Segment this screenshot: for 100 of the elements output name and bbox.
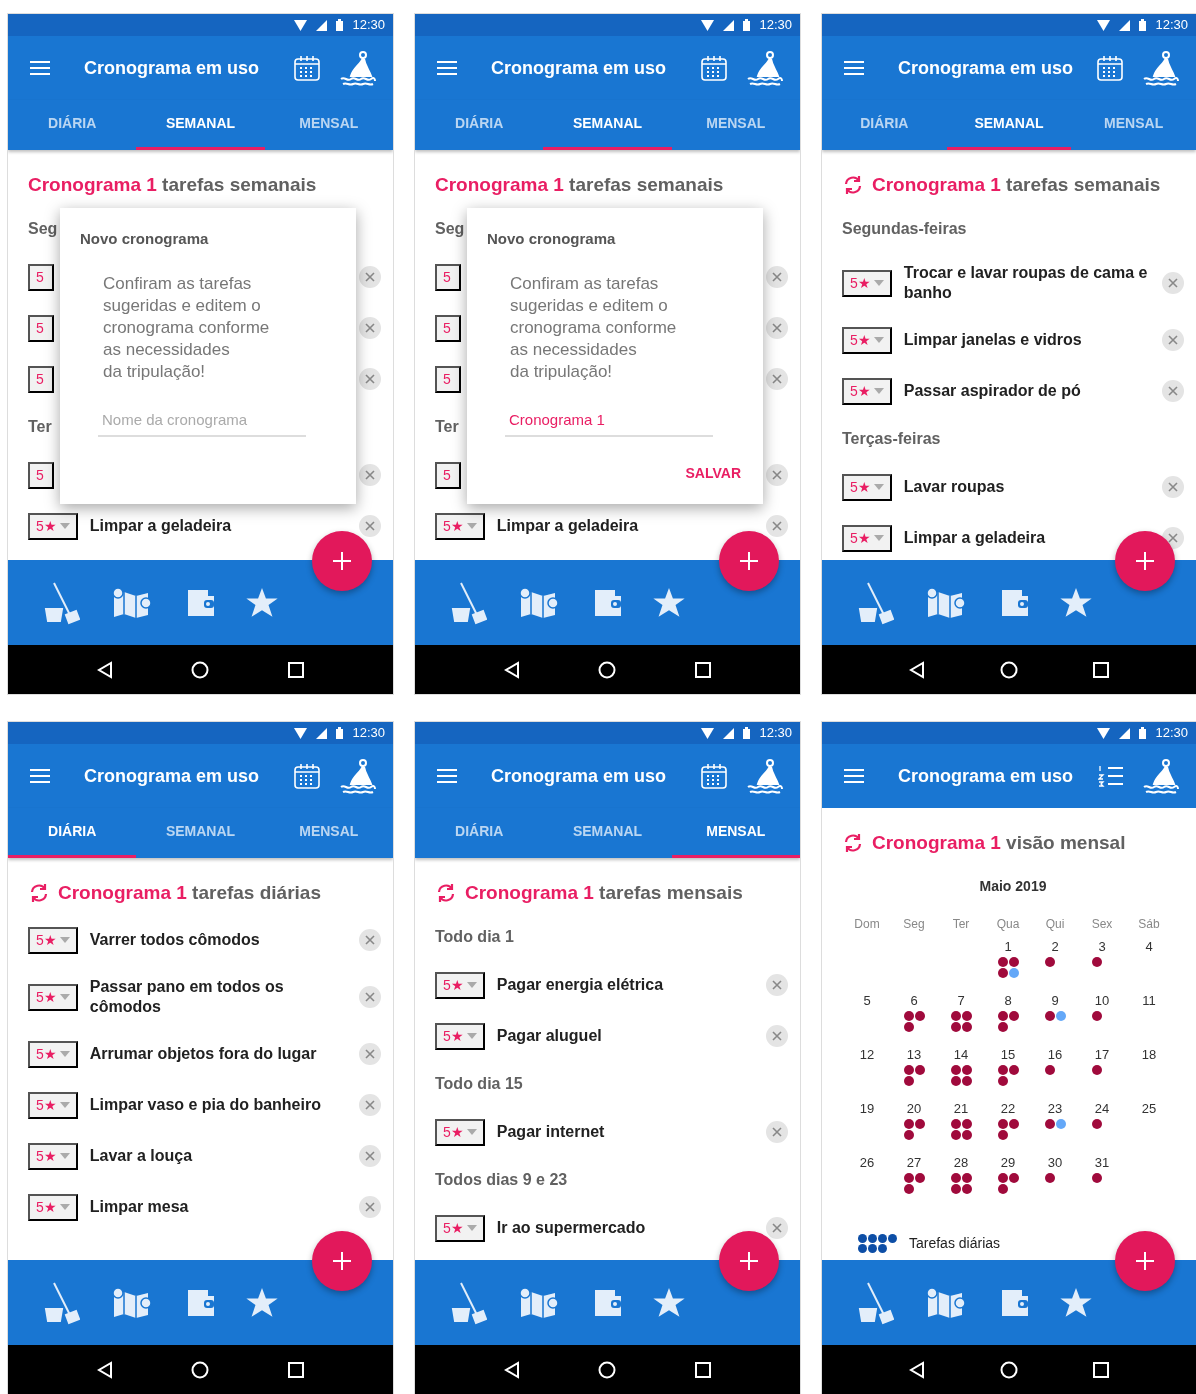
tab[interactable]: SEMANAL [543,808,672,858]
menu-icon[interactable] [30,60,50,76]
rating-dropdown[interactable]: 5 [28,365,54,393]
star-icon[interactable] [1060,1287,1092,1318]
name-field[interactable]: Nome da cronograma [98,404,306,438]
day-number[interactable]: 20 [906,1099,922,1119]
calendar-icon[interactable] [1096,54,1124,82]
day-number[interactable]: 6 [910,991,918,1011]
remove-button[interactable] [766,515,788,537]
broom-and-bucket-icon[interactable] [44,580,80,625]
rating-dropdown[interactable]: 5★ [842,524,892,552]
menu-icon[interactable] [437,768,457,784]
tab[interactable]: SEMANAL [946,100,1072,150]
tab[interactable]: MENSAL [671,808,800,858]
rating-dropdown[interactable]: 5★ [435,512,485,540]
calendar-icon[interactable] [293,54,321,82]
rating-dropdown[interactable]: 5★ [435,1022,485,1050]
day-number[interactable]: 24 [1094,1099,1110,1119]
remove-button[interactable] [359,266,381,288]
day-number[interactable]: 2 [1051,937,1059,957]
day-number[interactable]: 1 [1004,937,1012,957]
tab[interactable]: SEMANAL [136,808,265,858]
day-number[interactable]: 27 [906,1153,922,1173]
remove-button[interactable] [359,1094,381,1116]
remove-button[interactable] [1162,329,1184,351]
back-icon[interactable] [504,1360,521,1379]
map-with-pins-icon[interactable] [110,586,154,619]
day-number[interactable]: 19 [859,1099,875,1119]
star-icon[interactable] [653,587,685,618]
home-icon[interactable] [598,660,617,679]
day-number[interactable]: 18 [1141,1045,1157,1065]
rating-dropdown[interactable]: 5★ [28,1040,78,1068]
day-number[interactable]: 9 [1051,991,1059,1011]
recents-icon[interactable] [694,661,711,678]
rating-dropdown[interactable]: 5 [435,461,461,489]
tab[interactable]: DIÁRIA [822,100,947,150]
day-number[interactable]: 11 [1142,991,1156,1011]
home-icon[interactable] [191,1360,210,1379]
tab[interactable]: DIÁRIA [415,808,544,858]
add-button[interactable] [1115,1231,1175,1291]
rating-dropdown[interactable]: 5★ [435,1214,485,1242]
star-icon[interactable] [246,587,278,618]
rating-dropdown[interactable]: 5★ [28,1193,78,1221]
remove-button[interactable] [359,1196,381,1218]
name-field[interactable]: Cronograma 1 [505,404,713,438]
day-number[interactable]: 13 [906,1045,922,1065]
day-number[interactable]: 8 [1004,991,1012,1011]
tab[interactable]: SEMANAL [136,100,265,150]
day-number[interactable]: 10 [1094,991,1110,1011]
tab[interactable]: DIÁRIA [415,100,544,150]
remove-button[interactable] [1162,272,1184,294]
rating-dropdown[interactable]: 5 [435,314,461,342]
add-button[interactable] [312,1231,372,1291]
calendar-icon[interactable] [700,54,728,82]
tab[interactable]: DIÁRIA [8,808,137,858]
remove-button[interactable] [359,1043,381,1065]
day-number[interactable]: 26 [859,1153,875,1173]
remove-button[interactable] [359,929,381,951]
day-number[interactable]: 16 [1047,1045,1063,1065]
rating-dropdown[interactable]: 5 [28,461,54,489]
broom-and-bucket-icon[interactable] [858,580,894,625]
day-number[interactable]: 5 [863,991,871,1011]
rating-dropdown[interactable]: 5★ [842,269,892,297]
star-icon[interactable] [653,1287,685,1318]
rating-dropdown[interactable]: 5 [435,365,461,393]
day-number[interactable]: 30 [1047,1153,1063,1173]
recents-icon[interactable] [694,1361,711,1378]
rating-dropdown[interactable]: 5★ [28,512,78,540]
broom-and-bucket-icon[interactable] [451,580,487,625]
recents-icon[interactable] [287,661,304,678]
map-with-pins-icon[interactable] [110,1286,154,1319]
day-number[interactable]: 21 [953,1099,969,1119]
broom-and-bucket-icon[interactable] [858,1280,894,1325]
broom-and-bucket-icon[interactable] [451,1280,487,1325]
menu-icon[interactable] [844,60,864,76]
back-icon[interactable] [909,660,926,679]
rating-dropdown[interactable]: 5★ [842,473,892,501]
day-number[interactable]: 31 [1094,1153,1110,1173]
map-with-pins-icon[interactable] [924,1286,968,1319]
menu-icon[interactable] [844,768,864,784]
rating-dropdown[interactable]: 5★ [842,326,892,354]
back-icon[interactable] [504,660,521,679]
remove-button[interactable] [766,1025,788,1047]
day-number[interactable]: 29 [1000,1153,1016,1173]
recents-icon[interactable] [1092,661,1109,678]
menu-icon[interactable] [30,768,50,784]
remove-button[interactable] [359,515,381,537]
day-number[interactable]: 25 [1141,1099,1157,1119]
home-icon[interactable] [598,1360,617,1379]
day-number[interactable]: 4 [1145,937,1153,957]
map-with-pins-icon[interactable] [517,586,561,619]
day-number[interactable]: 23 [1047,1099,1063,1119]
rating-dropdown[interactable]: 5 [28,263,54,291]
menu-icon[interactable] [437,60,457,76]
add-button[interactable] [312,531,372,591]
map-with-pins-icon[interactable] [924,586,968,619]
calendar-icon[interactable] [293,762,321,790]
remove-button[interactable] [766,974,788,996]
day-number[interactable]: 17 [1094,1045,1110,1065]
rating-dropdown[interactable]: 5★ [28,1142,78,1170]
